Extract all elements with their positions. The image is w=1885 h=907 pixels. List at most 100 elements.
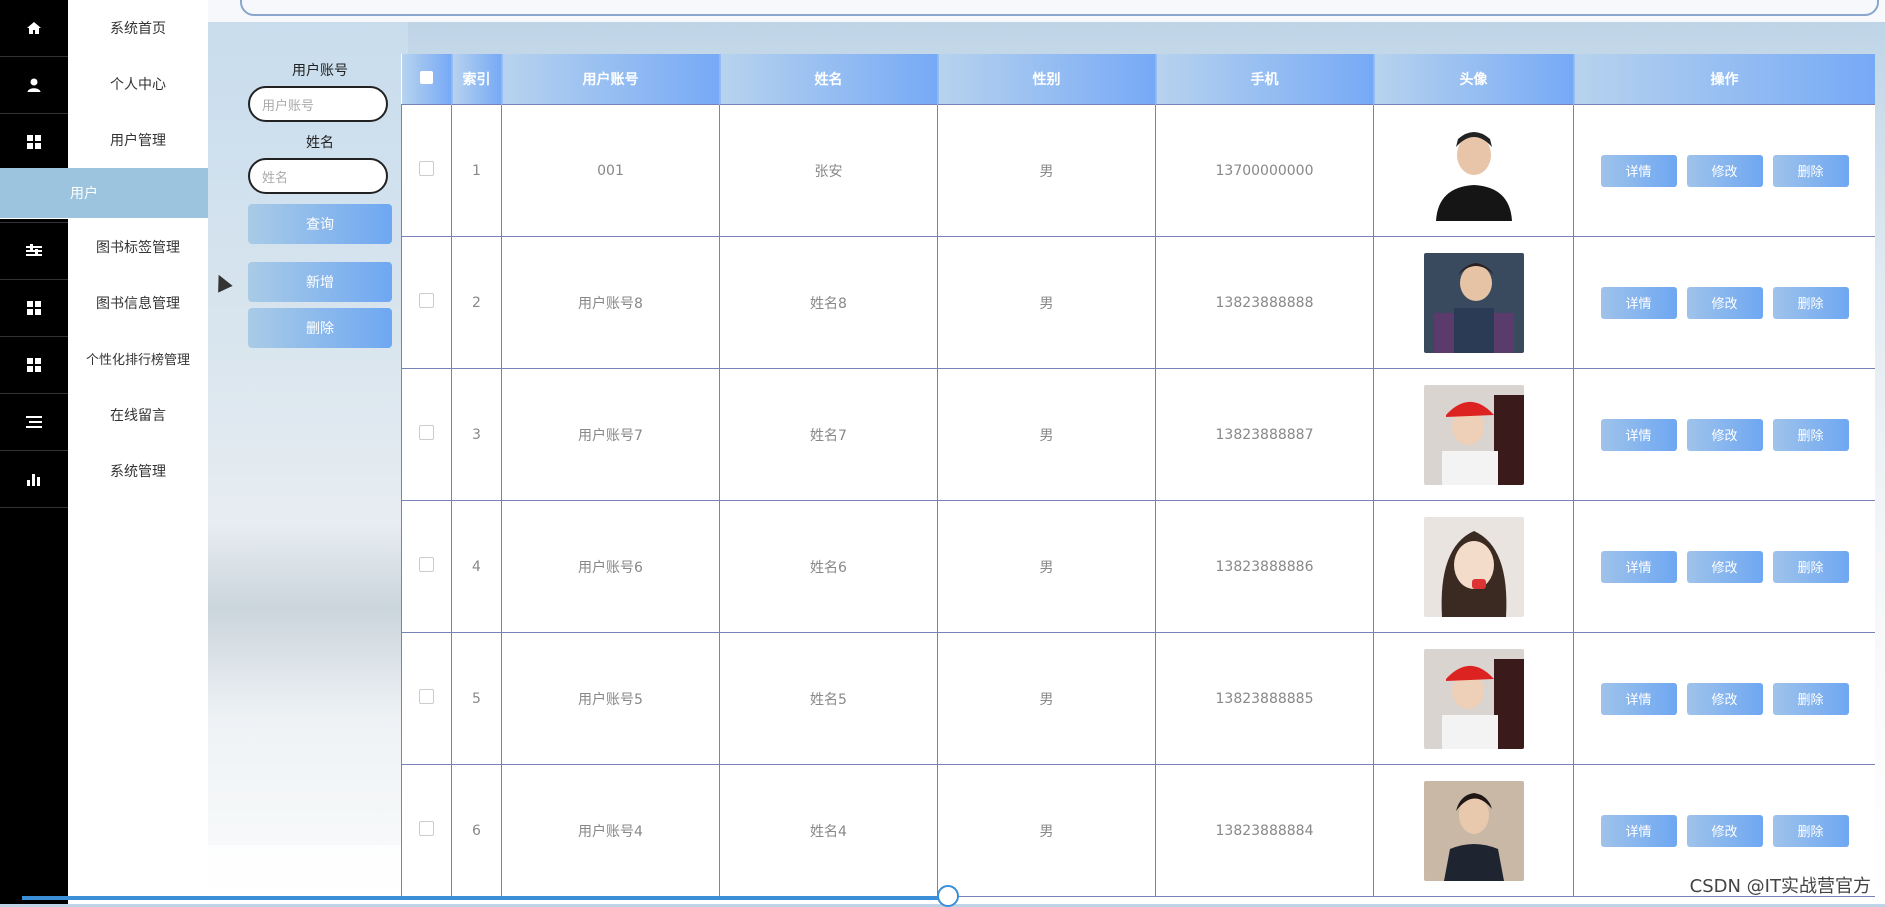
index-cell: 3 (451, 368, 502, 501)
menu-item-users[interactable]: 用户 (0, 168, 208, 219)
actions-cell: 详情 修改 删除 (1573, 632, 1875, 765)
user-table: 索引 用户账号 姓名 性别 手机 头像 操作 1 001 张安男 1370000000… (401, 54, 1875, 904)
avatar (1423, 120, 1524, 221)
gender-cell: 男 (937, 104, 1156, 237)
table-row[interactable]: 3 用户账号7 姓名7 男 13823888887 详情 修改 删除 (401, 368, 1875, 501)
menu-item-book-info[interactable]: 图书信息管理 (68, 275, 208, 331)
delete-button[interactable]: 删除 (1772, 814, 1849, 847)
menu-item-messages[interactable]: 在线留言 (68, 387, 208, 443)
menu-item-book-tags[interactable]: 图书标签管理 (68, 219, 208, 275)
row-select-cell[interactable] (401, 236, 452, 369)
account-cell: 001 (501, 104, 720, 237)
menu-item-home[interactable]: 系统首页 (68, 0, 208, 56)
menu-item-user-management[interactable]: 用户管理 (68, 112, 208, 168)
avatar-cell (1373, 500, 1574, 633)
batch-delete-button[interactable]: 删除 (248, 308, 392, 348)
delete-button[interactable]: 删除 (1772, 418, 1849, 451)
delete-button[interactable]: 删除 (1772, 286, 1849, 319)
row-checkbox[interactable] (419, 425, 434, 440)
menu-item-system[interactable]: 系统管理 (68, 443, 208, 499)
table-header: 索引 用户账号 姓名 性别 手机 头像 操作 (401, 54, 1875, 105)
row-select-cell[interactable] (401, 104, 452, 237)
avatar-cell (1373, 236, 1574, 369)
detail-button[interactable]: 详情 (1600, 814, 1677, 847)
account-cell: 用户账号4 (501, 764, 720, 897)
query-button[interactable]: 查询 (248, 204, 392, 244)
table-row[interactable]: 1 001 张安男 13700000000 详情 修改 删除 (401, 104, 1875, 237)
home-icon[interactable] (0, 0, 68, 57)
bar-chart-icon[interactable] (0, 451, 68, 508)
table-row[interactable]: 2 用户账号8 姓名8 男 13823888888 详情 修改 删除 (401, 236, 1875, 369)
row-checkbox[interactable] (419, 689, 434, 704)
actions-cell: 详情 修改 删除 (1573, 500, 1875, 633)
top-frame (240, 0, 1879, 16)
gender-cell: 男 (937, 500, 1156, 633)
gender-cell: 男 (937, 764, 1156, 897)
menu-item-users-label: 用户 (70, 186, 98, 202)
row-checkbox[interactable] (419, 557, 434, 572)
delete-button[interactable]: 删除 (1772, 550, 1849, 583)
avatar-cell (1373, 632, 1574, 765)
row-checkbox[interactable] (419, 821, 434, 836)
name-cell: 姓名8 (719, 236, 938, 369)
detail-button[interactable]: 详情 (1600, 418, 1677, 451)
table-row[interactable]: 4 用户账号6 姓名6 男 13823888886 详情 修改 删除 (401, 500, 1875, 633)
delete-button[interactable]: 删除 (1772, 682, 1849, 715)
avatar (1423, 384, 1524, 485)
edit-button[interactable]: 修改 (1686, 418, 1763, 451)
row-checkbox[interactable] (419, 161, 434, 176)
name-cell: 姓名6 (719, 500, 938, 633)
phone-cell: 13823888885 (1155, 632, 1374, 765)
row-select-cell[interactable] (401, 632, 452, 765)
user-icon[interactable] (0, 57, 68, 114)
add-button[interactable]: 新增 (248, 262, 392, 302)
edit-button[interactable]: 修改 (1686, 154, 1763, 187)
row-select-cell[interactable] (401, 764, 452, 897)
edit-button[interactable]: 修改 (1686, 286, 1763, 319)
name-cell: 张安 (719, 104, 938, 237)
index-cell: 5 (451, 632, 502, 765)
name-cell: 姓名7 (719, 368, 938, 501)
select-all-checkbox[interactable] (419, 70, 433, 84)
delete-button[interactable]: 删除 (1772, 154, 1849, 187)
horizontal-scrollbar[interactable] (22, 896, 944, 900)
index-cell: 2 (451, 236, 502, 369)
name-search-input[interactable]: 姓名 (248, 158, 388, 194)
search-panel: 用户账号 用户账号 姓名 姓名 查询 新增 删除 (248, 60, 392, 354)
phone-cell: 13823888887 (1155, 368, 1374, 501)
avatar (1423, 780, 1524, 881)
side-menu: 系统首页 个人中心 用户管理 用户 图书标签管理 图书信息管理 个性化排行榜管理… (0, 0, 208, 904)
sliders-icon[interactable] (0, 223, 68, 280)
row-select-cell[interactable] (401, 368, 452, 501)
index-cell: 6 (451, 764, 502, 897)
grid-icon[interactable] (0, 337, 68, 394)
table-row[interactable]: 5 用户账号5 姓名5 男 13823888885 详情 修改 删除 (401, 632, 1875, 765)
account-search-input[interactable]: 用户账号 (248, 86, 388, 122)
detail-button[interactable]: 详情 (1600, 154, 1677, 187)
detail-button[interactable]: 详情 (1600, 550, 1677, 583)
row-select-cell[interactable] (401, 500, 452, 633)
table-body: 1 001 张安男 13700000000 详情 修改 删除 2 用户账号8 姓名8 男 138238… (401, 104, 1875, 897)
table-row[interactable]: 6 用户账号4 姓名4 男 13823888884 详情 修改 删除 (401, 764, 1875, 897)
watermark: CSDN @IT实战营官方 (1689, 876, 1871, 897)
edit-button[interactable]: 修改 (1686, 814, 1763, 847)
account-cell: 用户账号6 (501, 500, 720, 633)
select-all-header[interactable] (401, 54, 452, 105)
detail-button[interactable]: 详情 (1600, 286, 1677, 319)
list-icon[interactable] (0, 394, 68, 451)
grid-icon[interactable] (0, 280, 68, 337)
col-name: 姓名 (719, 54, 938, 105)
menu-item-profile[interactable]: 个人中心 (68, 56, 208, 112)
detail-button[interactable]: 详情 (1600, 682, 1677, 715)
grid-icon[interactable] (0, 114, 68, 171)
name-cell: 姓名4 (719, 764, 938, 897)
row-checkbox[interactable] (419, 293, 434, 308)
name-cell: 姓名5 (719, 632, 938, 765)
edit-button[interactable]: 修改 (1686, 550, 1763, 583)
avatar (1423, 516, 1524, 617)
edit-button[interactable]: 修改 (1686, 682, 1763, 715)
avatar (1423, 252, 1524, 353)
col-phone: 手机 (1155, 54, 1374, 105)
menu-item-ranking[interactable]: 个性化排行榜管理 (68, 331, 208, 387)
phone-cell: 13823888886 (1155, 500, 1374, 633)
